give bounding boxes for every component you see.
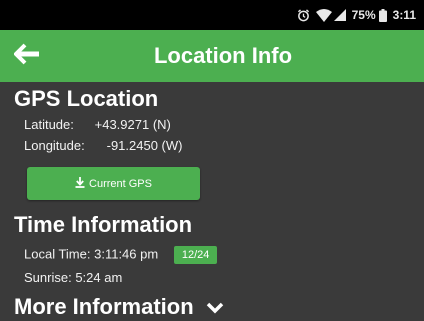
sunrise-label: Sunrise: [24,270,72,285]
app-title: Location Info [153,43,293,68]
battery-icon [378,8,387,22]
longitude-row: Longitude: -91.2450 (W) [24,138,183,153]
arrow-left-icon [13,43,40,70]
chevron-down-icon [206,295,224,321]
current-gps-label: Current GPS [89,177,152,190]
signal-icon [333,9,346,21]
gps-section-title: GPS Location [14,86,159,111]
local-time-value: 3:11:46 pm [94,246,159,262]
battery-percent: 75% [351,8,376,22]
clock: 3:11 [392,8,416,22]
longitude-label: Longitude: [24,138,85,153]
status-bar: 75% 3:11 [0,0,424,30]
longitude-value: -91.2450 (W) [106,138,183,153]
back-button[interactable] [12,42,42,70]
current-gps-button[interactable]: Current GPS [27,167,200,200]
sunrise-row: Sunrise: 5:24 am [24,270,122,285]
download-icon [75,176,89,191]
alarm-icon [297,8,310,22]
local-time-label: Local Time: [24,246,91,262]
latitude-row: Latitude: +43.9271 (N) [24,117,171,132]
time-format-toggle[interactable]: 12/24 [173,246,218,264]
latitude-label: Latitude: [24,117,74,132]
sunrise-value: 5:24 am [75,270,123,285]
latitude-value: +43.9271 (N) [94,117,171,132]
more-information-title: More Information [14,294,194,319]
local-time-row: Local Time: 3:11:46 pm 12/24 [24,246,218,264]
app-bar: Location Info [0,30,424,82]
time-section-title: Time Information [14,212,193,237]
more-information-toggle[interactable]: More Information [14,294,224,321]
wifi-icon [315,8,332,22]
